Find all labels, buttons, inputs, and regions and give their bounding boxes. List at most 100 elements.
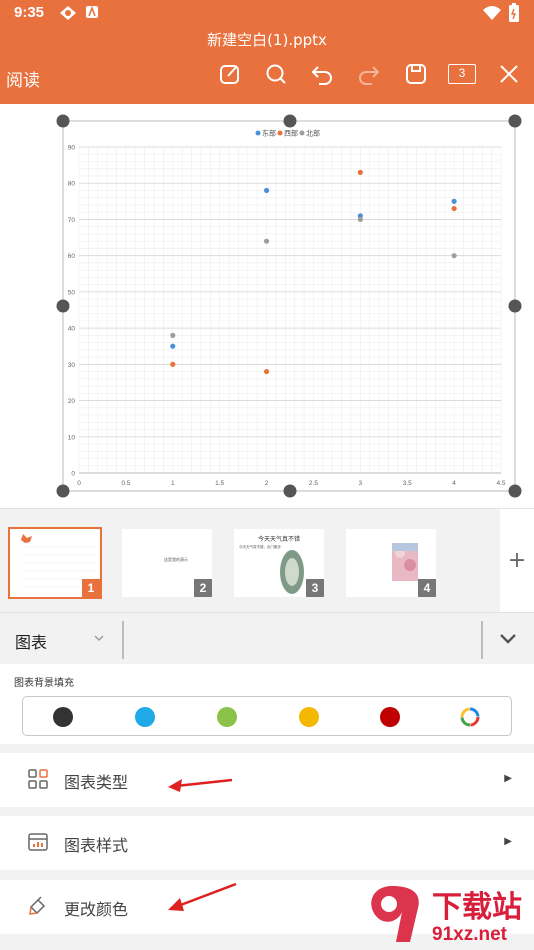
x-tick-label: 2 <box>265 480 269 487</box>
y-tick-label: 40 <box>68 326 76 333</box>
slide-canvas[interactable]: 0 0.5 1 1.5 2 2.5 3 3.5 4 4.5 0 10 20 30 40 50 60 70 80 90 东… <box>0 104 534 508</box>
menu-label: 图表样式 <box>64 836 129 855</box>
slide-number-badge: 2 <box>194 579 212 597</box>
annotation-arrow-icon <box>168 778 233 792</box>
slide-number-badge: 3 <box>306 579 324 597</box>
slide-thumbnail-2[interactable]: 这是我的演示 2 <box>122 529 212 597</box>
x-tick-label: 0 <box>77 480 81 487</box>
close-icon[interactable] <box>497 62 521 86</box>
grid-icon <box>28 769 48 789</box>
resize-handle[interactable] <box>56 299 70 313</box>
color-swatch-row <box>22 696 512 736</box>
menu-chart-style[interactable]: 图表样式 ▶ <box>0 816 534 870</box>
chevron-right-icon: ▶ <box>504 836 512 847</box>
file-title: 新建空白(1).pptx <box>207 31 327 49</box>
slide-thumbnail-4[interactable]: 4 <box>346 529 436 597</box>
y-tick-label: 20 <box>68 398 76 405</box>
read-mode-button[interactable]: 阅读 <box>6 66 40 91</box>
data-point <box>263 368 270 375</box>
slide-number-badge: 4 <box>418 579 436 597</box>
redo-icon[interactable] <box>357 62 381 86</box>
resize-handle[interactable] <box>508 484 522 498</box>
status-time: 9:35 <box>14 4 45 21</box>
chart-tab-bar: 图表 <box>0 612 534 664</box>
paint-bucket-icon <box>29 896 46 915</box>
y-tick-label: 50 <box>68 289 76 296</box>
x-tick-label: 3.5 <box>403 480 412 487</box>
chart-tab-label[interactable]: 图表 <box>15 629 47 653</box>
battery-icon <box>509 3 519 22</box>
menu-label: 图表类型 <box>64 773 129 792</box>
resize-handle[interactable] <box>508 114 522 128</box>
slide-2-text: 这是我的演示 <box>164 557 188 562</box>
watermark-url: 91xz.net <box>432 924 507 945</box>
slide-thumbnail-1[interactable]: 1 <box>8 527 102 599</box>
slide-number-badge: 1 <box>82 579 100 597</box>
slide-3-image <box>280 550 304 594</box>
data-point <box>263 187 270 194</box>
resize-handle[interactable] <box>283 114 297 128</box>
chevron-right-icon: ▶ <box>504 773 512 784</box>
slide-4-image <box>392 543 418 581</box>
x-tick-label: 1 <box>171 480 175 487</box>
save-icon[interactable] <box>404 62 428 86</box>
annotation-arrow-icon <box>168 882 237 911</box>
text-notification-icon <box>86 5 98 18</box>
legend-label: 北部 <box>306 129 320 138</box>
resize-handle[interactable] <box>56 484 70 498</box>
resize-handle[interactable] <box>56 114 70 128</box>
color-swatch-yellow[interactable] <box>299 707 319 727</box>
chevron-down-icon[interactable] <box>93 633 105 643</box>
x-tick-label: 0.5 <box>121 480 130 487</box>
x-tick-label: 4.5 <box>496 480 505 487</box>
x-tick-label: 4 <box>452 480 456 487</box>
slide-thumbnail-strip: 1 这是我的演示 2 今天天气真不错 今天天气真不错，出门散步 3 4 + <box>0 508 534 613</box>
collapse-panel-icon[interactable] <box>499 633 517 645</box>
y-tick-label: 90 <box>68 145 76 152</box>
menu-chart-type[interactable]: 图表类型 ▶ <box>0 753 534 807</box>
resize-handle[interactable] <box>283 484 297 498</box>
search-icon[interactable] <box>264 62 288 86</box>
color-swatch-red[interactable] <box>380 707 400 727</box>
color-swatch-black[interactable] <box>53 707 73 727</box>
more-colors-icon[interactable] <box>460 707 480 727</box>
data-point <box>451 198 457 204</box>
selection-frame <box>62 120 516 492</box>
menu-label: 更改颜色 <box>64 900 129 919</box>
resize-handle[interactable] <box>508 299 522 313</box>
page-count-button[interactable]: 3 <box>448 64 476 84</box>
title-bar: 新建空白(1).pptx 阅读 3 <box>0 26 534 104</box>
data-point <box>170 343 176 349</box>
x-tick-label: 3 <box>359 480 363 487</box>
x-tick-label: 1.5 <box>215 480 224 487</box>
legend-marker <box>277 130 283 136</box>
app-notification-icon <box>60 6 76 20</box>
watermark-text: 下载站 <box>432 890 522 925</box>
x-tick-label: 2.5 <box>309 480 318 487</box>
data-point <box>357 169 363 175</box>
wifi-icon <box>483 6 501 20</box>
edit-icon[interactable] <box>218 62 242 86</box>
undo-icon[interactable] <box>310 62 334 86</box>
y-tick-label: 70 <box>68 217 76 224</box>
legend-label: 东部 <box>262 129 276 138</box>
color-swatch-green[interactable] <box>217 707 237 727</box>
y-tick-label: 30 <box>68 362 76 369</box>
data-point <box>170 332 176 338</box>
legend-label: 西部 <box>284 129 298 138</box>
data-point <box>451 253 457 259</box>
status-bar: 9:35 <box>0 0 534 26</box>
legend-marker <box>299 130 305 136</box>
slide-thumbnail-3[interactable]: 今天天气真不错 今天天气真不错，出门散步 3 <box>234 529 324 597</box>
add-slide-button[interactable]: + <box>500 509 534 613</box>
data-point <box>263 238 270 244</box>
color-swatch-blue[interactable] <box>135 707 155 727</box>
scatter-chart[interactable]: 0 0.5 1 1.5 2 2.5 3 3.5 4 4.5 0 10 20 30 40 50 60 70 80 90 东… <box>0 104 534 508</box>
data-point <box>357 216 363 223</box>
chart-background-fill-panel: 图表背景填充 <box>0 664 534 744</box>
fill-label: 图表背景填充 <box>14 678 74 689</box>
y-tick-label: 60 <box>68 253 76 260</box>
y-tick-label: 0 <box>71 471 75 478</box>
slide-3-text: 今天天气真不错，出门散步 <box>239 545 281 549</box>
data-point <box>170 361 176 367</box>
